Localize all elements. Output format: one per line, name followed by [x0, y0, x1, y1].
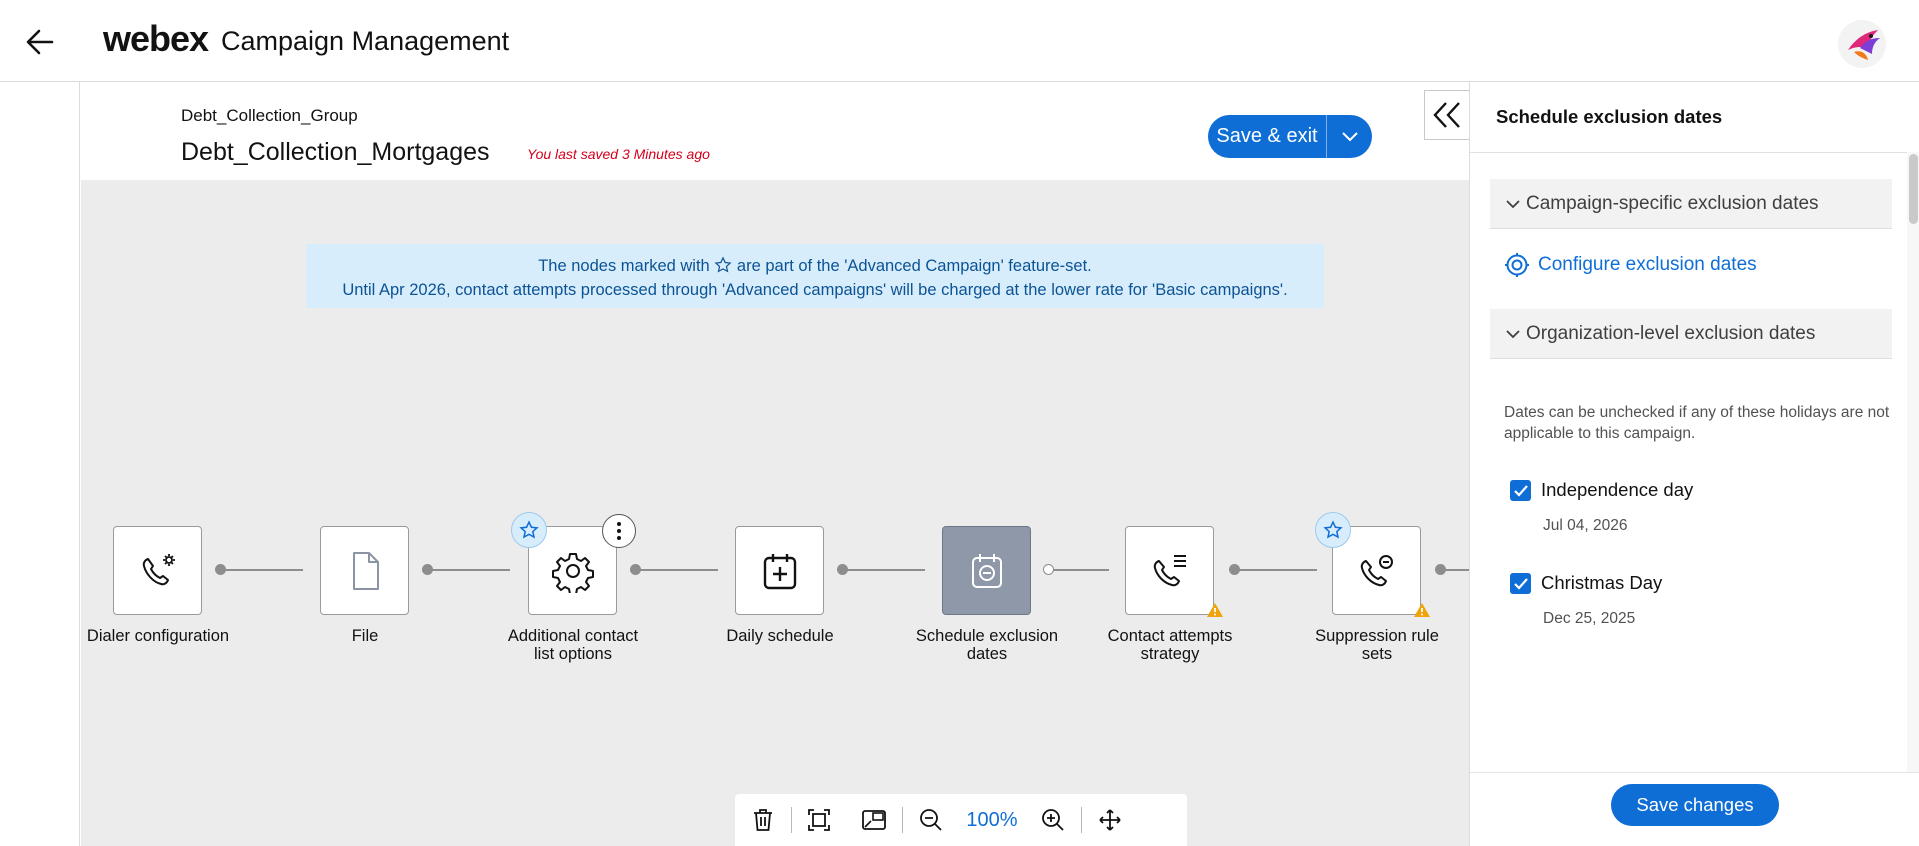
chevron-down-icon	[1506, 199, 1520, 208]
pan-icon	[1099, 809, 1121, 831]
org-exclusion-section-header[interactable]: Organization-level exclusion dates	[1490, 309, 1892, 359]
bird-logo-icon	[1848, 30, 1880, 60]
holiday-note: Dates can be unchecked if any of these h…	[1504, 404, 1890, 442]
node-label: Dialer configuration	[86, 627, 230, 645]
holiday-name: Independence day	[1541, 479, 1694, 500]
calendar-minus-icon	[971, 553, 1002, 588]
schedule-exclusion-panel: Schedule exclusion dates Campaign-specif…	[1469, 82, 1919, 846]
save-exit-split-button: Save & exit	[1208, 115, 1372, 158]
section-label: Organization-level exclusion dates	[1526, 322, 1816, 344]
info-banner: The nodes marked with are part of the 'A…	[306, 244, 1324, 308]
save-options-dropdown[interactable]	[1327, 115, 1372, 158]
campaign-title: Debt_Collection_Mortgages	[181, 138, 490, 166]
banner-line2: Until Apr 2026, contact attempts process…	[342, 281, 1288, 299]
star-icon	[1323, 520, 1343, 539]
phone-minus-icon	[1360, 554, 1393, 586]
node-label: Suppression rule sets	[1315, 627, 1439, 663]
node-daily-schedule[interactable]	[735, 526, 824, 615]
top-bar: webex Campaign Management	[0, 0, 1919, 82]
save-exit-button[interactable]: Save & exit	[1208, 115, 1327, 158]
advanced-badge	[511, 512, 547, 548]
zoom-in-icon	[1042, 809, 1064, 831]
zoom-out-icon	[920, 809, 942, 831]
left-gutter	[0, 82, 80, 846]
star-icon	[519, 520, 539, 539]
app-name: Campaign Management	[221, 26, 510, 56]
gear-icon	[551, 552, 594, 593]
holiday-checkbox[interactable]	[1510, 573, 1531, 594]
back-button[interactable]	[22, 24, 58, 60]
star-icon	[714, 256, 732, 273]
more-vertical-icon	[617, 522, 621, 540]
panel-title: Schedule exclusion dates	[1496, 106, 1723, 127]
collapse-panel-button[interactable]	[1424, 90, 1469, 140]
calendar-add-icon	[763, 553, 796, 589]
avatar[interactable]	[1838, 20, 1886, 68]
saved-status: You last saved 3 Minutes ago	[527, 146, 710, 162]
holiday-date: Jul 04, 2026	[1543, 517, 1628, 534]
node-contact-attempts-strategy[interactable]	[1125, 526, 1214, 615]
holiday-date: Dec 25, 2025	[1543, 610, 1636, 627]
advanced-badge	[1315, 512, 1351, 548]
panel-scrollbar-thumb[interactable]	[1909, 154, 1918, 224]
phone-gear-icon	[142, 553, 175, 585]
configure-exclusion-dates-link[interactable]: Configure exclusion dates	[1504, 252, 1757, 278]
zoom-out-button[interactable]	[903, 794, 959, 846]
zoom-in-button[interactable]	[1025, 794, 1081, 846]
phone-list-icon	[1153, 554, 1186, 586]
holiday-name: Christmas Day	[1541, 572, 1663, 593]
campaign-exclusion-section-header[interactable]: Campaign-specific exclusion dates	[1490, 179, 1892, 229]
arrow-left-icon	[26, 29, 54, 55]
minimap-button[interactable]	[846, 794, 902, 846]
node-label: File	[351, 627, 379, 645]
node-file[interactable]	[320, 526, 409, 615]
zoom-level: 100%	[966, 808, 1018, 831]
flow-canvas[interactable]: The nodes marked with are part of the 'A…	[81, 180, 1469, 846]
minimap-icon	[862, 810, 886, 830]
trash-icon	[754, 809, 772, 831]
brand-logo: webex	[103, 18, 209, 59]
panel-divider	[1470, 152, 1919, 153]
node-schedule-exclusion-dates[interactable]	[942, 526, 1031, 615]
fit-screen-icon	[808, 809, 830, 831]
node-dialer-configuration[interactable]	[113, 526, 202, 615]
banner-line1-start: The nodes marked with	[538, 257, 710, 275]
chevron-down-icon	[1506, 329, 1520, 338]
fit-screen-button[interactable]	[792, 794, 846, 846]
node-label: Schedule exclusion dates	[915, 627, 1059, 663]
delete-button[interactable]	[735, 794, 791, 846]
node-label: Daily schedule	[726, 627, 834, 645]
warning-icon	[1207, 603, 1223, 617]
checkmark-icon	[1513, 577, 1528, 590]
gear-icon	[1505, 253, 1529, 277]
configure-link-label: Configure exclusion dates	[1538, 254, 1757, 275]
warning-icon	[1414, 603, 1430, 617]
node-label: Additional contact list options	[507, 627, 639, 663]
chevron-down-icon	[1341, 131, 1358, 141]
banner-line1-end: are part of the 'Advanced Campaign' feat…	[736, 257, 1092, 275]
campaign-group: Debt_Collection_Group	[181, 106, 358, 125]
double-chevron-left-icon	[1433, 102, 1460, 128]
file-icon	[352, 551, 379, 590]
node-label: Contact attempts strategy	[1107, 627, 1233, 663]
save-changes-button[interactable]: Save changes	[1611, 784, 1779, 826]
panel-scrollbar[interactable]	[1907, 152, 1919, 772]
holiday-checkbox[interactable]	[1510, 480, 1531, 501]
canvas-toolbar: 100%	[735, 794, 1187, 846]
section-label: Campaign-specific exclusion dates	[1526, 192, 1819, 214]
node-menu-button[interactable]	[602, 514, 636, 548]
pan-button[interactable]	[1082, 794, 1138, 846]
campaign-header: Debt_Collection_Group Debt_Collection_Mo…	[81, 82, 1469, 180]
checkmark-icon	[1513, 484, 1528, 497]
